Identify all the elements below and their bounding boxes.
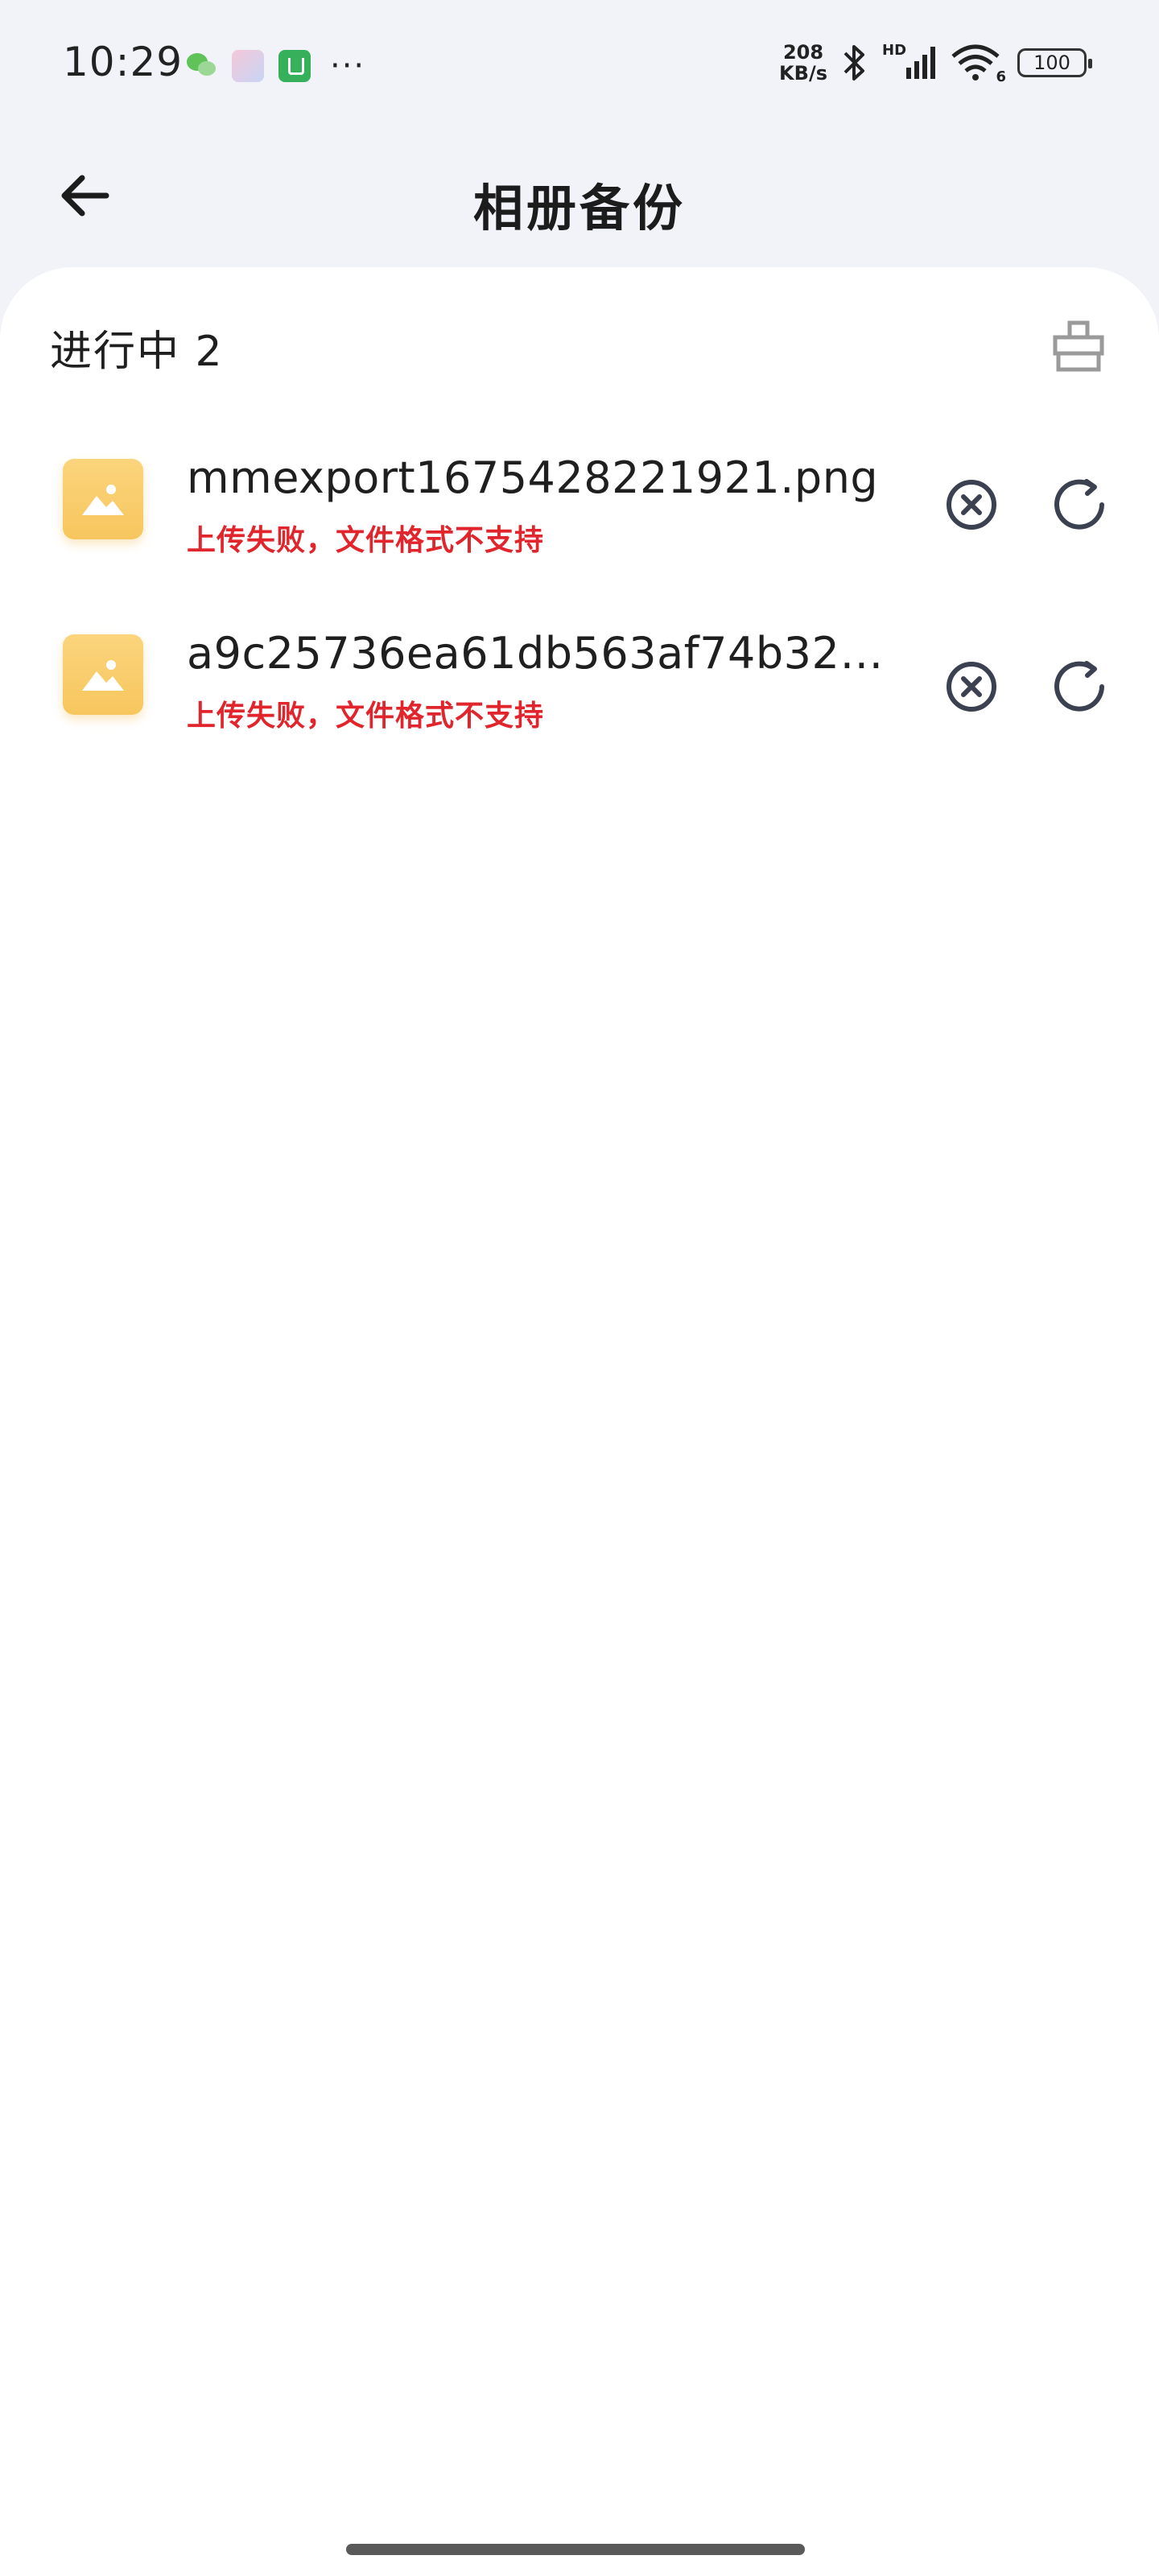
cancel-upload-button[interactable] (943, 477, 1000, 533)
page-title: 相册备份 (472, 179, 686, 237)
more-notifications-icon: ··· (330, 47, 366, 85)
cell-signal-icon: HD (882, 42, 938, 84)
wechat-icon (185, 50, 217, 82)
upload-error-status: 上传失败，文件格式不支持 (187, 524, 545, 557)
in-progress-header: 进行中 2 (50, 328, 224, 376)
file-name: a9c25736ea61db563af74b3261f... (187, 628, 895, 679)
list-item: a9c25736ea61db563af74b3261f... 上传失败，文件格式… (0, 612, 1159, 773)
bluetooth-icon (843, 45, 864, 80)
notification-icons: ··· (185, 50, 365, 82)
upload-error-status: 上传失败，文件格式不支持 (187, 700, 545, 733)
image-file-icon (63, 459, 143, 539)
wifi-icon: 6 (950, 42, 1006, 85)
clock: 10:29 (63, 39, 184, 85)
cancel-upload-button[interactable] (943, 658, 1000, 715)
status-bar: 10:29 ··· 208 KB/s HD 6 100 (0, 0, 1159, 129)
network-speed-unit: KB/s (779, 62, 827, 85)
home-indicator[interactable] (346, 2544, 805, 2555)
image-file-icon (63, 634, 143, 715)
retry-upload-button[interactable] (1051, 658, 1107, 715)
clear-button[interactable] (1046, 314, 1111, 378)
file-name: mmexport1675428221921.png (187, 452, 879, 503)
retry-upload-button[interactable] (1051, 477, 1107, 533)
broom-clear-icon (1053, 320, 1104, 372)
gallery-app-icon (232, 50, 264, 82)
battery-indicator: 100 (1017, 48, 1092, 77)
app-header: 相册备份 (0, 129, 1159, 250)
system-icons: 208 KB/s HD 6 100 (779, 42, 1092, 85)
list-item: mmexport1675428221921.png 上传失败，文件格式不支持 (0, 436, 1159, 597)
backup-list-card: 进行中 2 mmexport1675428221921.png 上传失败，文件格… (0, 267, 1159, 2576)
network-speed: 208 KB/s (779, 42, 827, 84)
network-speed-value: 208 (782, 41, 824, 64)
mi-home-icon (278, 50, 311, 82)
wifi-6-label: 6 (996, 68, 1006, 85)
